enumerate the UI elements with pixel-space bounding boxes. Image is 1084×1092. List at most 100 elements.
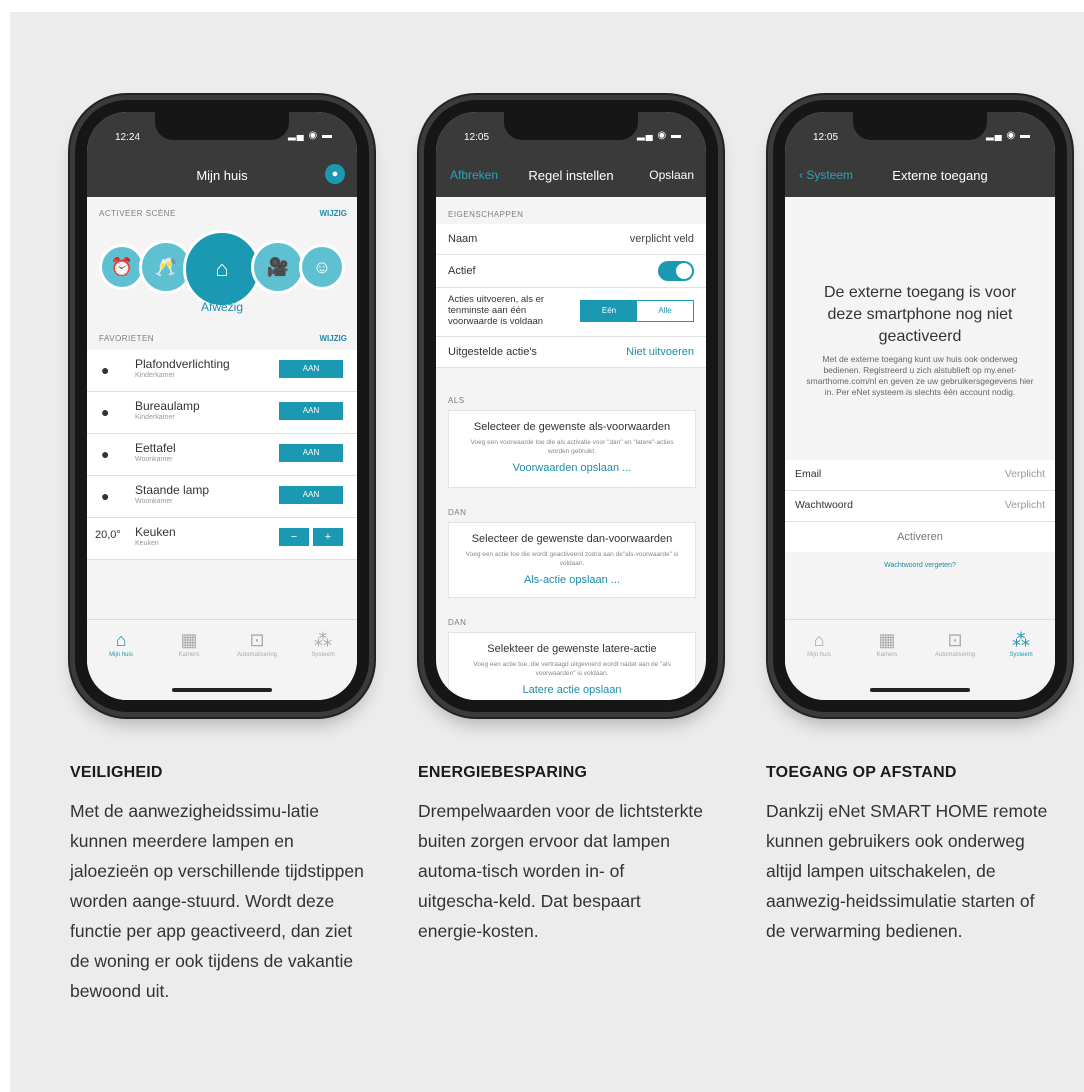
on-button[interactable]: AAN [279,444,343,462]
device-name: Eettafel [135,441,176,455]
section-properties-label: EIGENSCHAPPEN [448,210,524,219]
card-description: Voeg een actie toe die wordt geactiveerd… [465,551,679,567]
save-later-action-link[interactable]: Latere actie opslaan [449,684,695,696]
scene-carousel[interactable]: ⏰ 🥂 ⌂ 🎥 ☺ [87,230,357,308]
status-time: 12:05 [464,132,490,143]
tab-label: Kamers [178,652,200,658]
signal-icon: ▂▄ ◉ ▬ [287,130,333,141]
list-item: ● Plafondverlichting Kinderkamer AAN [87,350,357,392]
signal-icon: ▂▄ ◉ ▬ [985,130,1031,141]
name-row[interactable]: Naam verplicht veld [436,224,706,255]
caption-title: VEILIGHEID [70,764,163,781]
card-description: Voeg een voorwaarde toe die als activati… [470,439,674,455]
tab-kamers[interactable]: ▦ Kamers [159,630,219,658]
device-room: Woonkamer [135,498,173,505]
tab-automatisering[interactable]: ⊡ Automatisering [227,630,287,658]
condition-mode-segment[interactable]: Eén Alle [580,300,694,322]
email-field[interactable]: Email Verplicht [785,460,1055,491]
card-description: Voeg een actie toe, die vertraagd uitgev… [473,661,671,677]
segment-all[interactable]: Alle [637,301,693,321]
home-indicator [172,688,272,692]
list-item: ● Staande lamp Woonkamer AAN [87,476,357,518]
tab-label: Kamers [876,652,898,658]
alarm-light-icon[interactable]: ⌂ [183,230,261,308]
password-placeholder: Verplicht [1004,499,1045,511]
condition-mode-label: Acties uitvoeren, als er tenminste aan é… [448,294,545,327]
caption-security: VEILIGHEID Met de aanwezigheidssimu-lati… [70,764,370,1006]
name-label: Naam [448,233,478,245]
tab-label: Mijn huis [109,652,133,658]
edit-scenes-link[interactable]: WIJZIG [319,209,347,218]
increase-button[interactable]: + [313,528,343,546]
network-icon: ⁂ [314,630,332,650]
rooms-icon: ▦ [878,630,896,650]
save-action-link[interactable]: Als-actie opslaan ... [449,574,695,586]
delayed-actions-value: Niet uitvoeren [626,346,694,358]
bell-icon[interactable]: ● [325,164,345,184]
save-button[interactable]: Opslaan [649,168,694,182]
caption-title: TOEGANG OP AFSTAND [766,764,957,781]
tab-systeem[interactable]: ⁂ Systeem [991,630,1051,658]
phone-externe-toegang: ‹ Systeem Externe toegang 12:05 ▂▄ ◉ ▬ D… [773,100,1067,712]
temperature-value: 20,0° [95,529,121,541]
section-then-later-label: DAN [448,618,467,627]
name-value: verplicht veld [629,233,694,245]
page-title: Mijn huis [196,168,248,183]
notch [155,112,289,140]
condition-mode-row: Acties uitvoeren, als er tenminste aan é… [436,288,706,337]
tab-mijn-huis[interactable]: ⌂ Mijn huis [91,630,151,658]
decrease-button[interactable]: − [279,528,309,546]
caption-text: Drempelwaarden voor de lichtsterkte buit… [418,801,703,941]
password-field[interactable]: Wachtwoord Verplicht [785,491,1055,522]
thermostat-row: 20,0° Keuken Keuken − + [87,518,357,560]
delayed-actions-row[interactable]: Uitgestelde actie's Niet uitvoeren [436,337,706,368]
active-toggle[interactable] [658,261,694,281]
device-room: Kinderkamer [135,414,175,421]
section-then-label: DAN [448,508,467,517]
forgot-password-link[interactable]: Wachtwoord vergeten? [785,562,1055,569]
remote-access-description: Met de externe toegang kunt uw huis ook … [806,354,1034,397]
active-scene-label: Afwezig [200,300,244,314]
tab-mijn-huis[interactable]: ⌂ Mijn huis [789,630,849,658]
caption-text: Met de aanwezigheidssimu-latie kunnen me… [70,801,364,1001]
bulb-icon: ● [101,362,110,378]
on-button[interactable]: AAN [279,360,343,378]
favorites-list: ● Plafondverlichting Kinderkamer AAN ● B… [87,350,357,560]
rooms-icon: ▦ [180,630,198,650]
remote-access-heading: De externe toegang is voor deze smartpho… [823,284,1017,345]
on-button[interactable]: AAN [279,486,343,504]
device-name: Staande lamp [135,483,210,497]
device-name: Keuken [135,525,176,539]
list-item: ● Bureaulamp Kinderkamer AAN [87,392,357,434]
if-conditions-card[interactable]: Selecteer de gewenste als-voorwaarden Vo… [448,410,696,488]
card-title: Selecteer de gewenste dan-voorwaarden [471,533,673,545]
notch [853,112,987,140]
then-actions-card[interactable]: Selecteer de gewenste dan-voorwaarden Vo… [448,522,696,598]
active-row: Actief [436,255,706,288]
later-action-card[interactable]: Selekteer de gewenste latere-actie Voeg … [448,632,696,700]
section-if-label: ALS [448,396,465,405]
device-room: Kinderkamer [135,372,175,379]
network-icon: ⁂ [1012,630,1030,650]
tab-label: Automatisering [934,652,976,658]
tab-systeem[interactable]: ⁂ Systeem [293,630,353,658]
tab-automatisering[interactable]: ⊡ Automatisering [925,630,985,658]
butler-icon[interactable]: ☺ [299,244,345,290]
device-name: Plafondverlichting [135,357,230,371]
tab-label: Mijn huis [807,652,831,658]
properties-list: Naam verplicht veld Actief Acties uitvoe… [436,224,706,368]
segment-one[interactable]: Eén [581,301,637,321]
robot-icon: ⊡ [947,630,963,650]
tab-kamers[interactable]: ▦ Kamers [857,630,917,658]
device-name: Bureaulamp [135,399,200,413]
save-conditions-link[interactable]: Voorwaarden opslaan ... [449,462,695,474]
signal-icon: ▂▄ ◉ ▬ [636,130,682,141]
on-button[interactable]: AAN [279,402,343,420]
section-favorites-label: FAVORIETEN [99,334,155,343]
screen-mijn-huis: Mijn huis ● 12:24 ▂▄ ◉ ▬ ACTIVEER SCÈNE … [87,112,357,700]
camera-icon[interactable]: 🎥 [251,240,305,294]
caption-remote: TOEGANG OP AFSTAND Dankzij eNet SMART HO… [766,764,1056,946]
activate-button[interactable]: Activeren [785,522,1055,552]
edit-favorites-link[interactable]: WIJZIG [319,334,347,343]
device-room: Woonkamer [135,456,173,463]
